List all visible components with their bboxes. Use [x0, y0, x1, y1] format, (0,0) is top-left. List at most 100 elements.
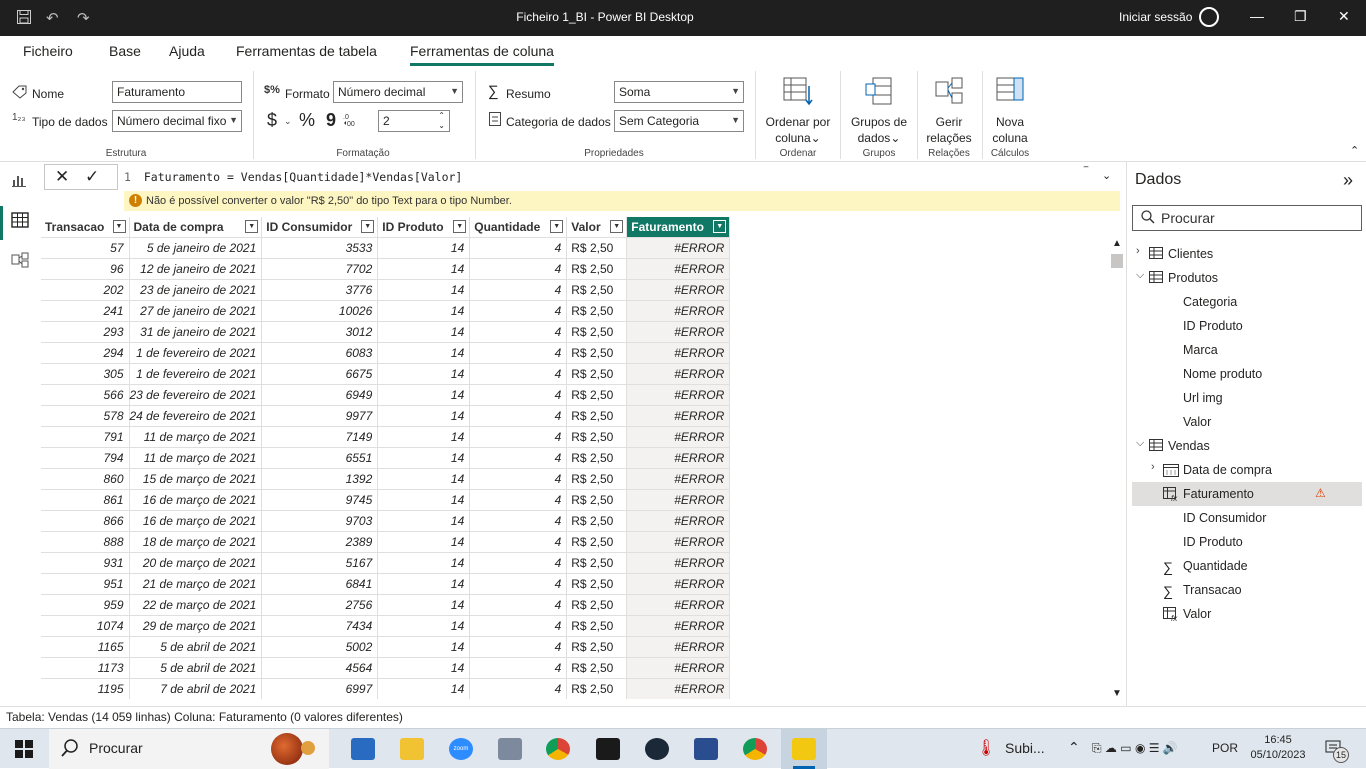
table-cell[interactable]: 4: [469, 614, 568, 636]
expand-formula-icon[interactable]: ⌄: [1102, 169, 1111, 182]
table-cell[interactable]: 5002: [261, 635, 379, 657]
table-node[interactable]: › Clientes: [1127, 242, 1366, 266]
table-view-icon[interactable]: [11, 212, 29, 233]
table-cell[interactable]: 57: [41, 236, 130, 258]
table-cell[interactable]: 7149: [261, 425, 379, 447]
table-cell[interactable]: 14: [377, 362, 471, 384]
table-cell[interactable]: 6997: [261, 677, 379, 699]
table-node[interactable]: ⌵ Vendas: [1127, 434, 1366, 458]
table-cell[interactable]: 4: [469, 572, 568, 594]
windows-start-icon[interactable]: [15, 740, 33, 761]
table-cell[interactable]: #ERROR: [626, 509, 731, 531]
table-cell[interactable]: #ERROR: [626, 299, 731, 321]
field-node[interactable]: ∑ Quantidade: [1127, 554, 1366, 578]
table-cell[interactable]: 951: [41, 572, 130, 594]
table-cell[interactable]: 794: [41, 446, 130, 468]
table-cell[interactable]: 6675: [261, 362, 379, 384]
table-row[interactable]: 1074 29 de março de 2021 7434 14 4 R$ 2,50 #ER…: [41, 614, 731, 636]
chrome-icon[interactable]: [546, 738, 570, 760]
table-cell[interactable]: R$ 2,50: [566, 341, 628, 363]
tab-column-tools[interactable]: Ferramentas de coluna: [410, 43, 554, 66]
table-cell[interactable]: 16 de março de 2021: [129, 509, 263, 531]
table-row[interactable]: 1195 7 de abril de 2021 6997 14 4 R$ 2,50 #ERR…: [41, 677, 731, 699]
table-row[interactable]: 1173 5 de abril de 2021 4564 14 4 R$ 2,50 #ERR…: [41, 656, 731, 678]
table-cell[interactable]: 20 de março de 2021: [129, 551, 263, 573]
table-cell[interactable]: 14: [377, 341, 471, 363]
table-cell[interactable]: 14: [377, 383, 471, 405]
table-cell[interactable]: 14: [377, 572, 471, 594]
chevron-down-icon[interactable]: ⌵: [1136, 269, 1144, 282]
column-header[interactable]: Transacao ▼: [41, 217, 130, 237]
filter-dropdown-icon[interactable]: ▼: [453, 220, 467, 233]
table-cell[interactable]: R$ 2,50: [566, 425, 628, 447]
table-cell[interactable]: R$ 2,50: [566, 530, 628, 552]
table-cell[interactable]: #ERROR: [626, 341, 731, 363]
table-cell[interactable]: 4: [469, 320, 568, 342]
table-cell[interactable]: 4: [469, 341, 568, 363]
app-icon[interactable]: [498, 738, 522, 760]
table-cell[interactable]: 14: [377, 593, 471, 615]
table-cell[interactable]: 14: [377, 236, 471, 258]
table-cell[interactable]: 23 de fevereiro de 2021: [129, 383, 263, 405]
table-row[interactable]: 578 24 de fevereiro de 2021 9977 14 4 R$ 2,50…: [41, 404, 731, 426]
table-cell[interactable]: 7702: [261, 257, 379, 279]
column-name-input[interactable]: Faturamento: [112, 81, 242, 103]
field-node[interactable]: Valor: [1127, 410, 1366, 434]
table-cell[interactable]: #ERROR: [626, 635, 731, 657]
table-cell[interactable]: 1392: [261, 467, 379, 489]
field-node[interactable]: Categoria: [1127, 290, 1366, 314]
table-cell[interactable]: 6083: [261, 341, 379, 363]
table-cell[interactable]: 14: [377, 509, 471, 531]
table-cell[interactable]: 14: [377, 425, 471, 447]
table-cell[interactable]: #ERROR: [626, 572, 731, 594]
table-row[interactable]: 861 16 de março de 2021 9745 14 4 R$ 2,50 #ERR…: [41, 488, 731, 510]
table-cell[interactable]: 4: [469, 446, 568, 468]
table-cell[interactable]: 14: [377, 446, 471, 468]
table-row[interactable]: 931 20 de março de 2021 5167 14 4 R$ 2,50 #ERR…: [41, 551, 731, 573]
table-cell[interactable]: 4: [469, 467, 568, 489]
table-cell[interactable]: 4: [469, 299, 568, 321]
scroll-down-icon[interactable]: ▼: [1112, 688, 1122, 699]
table-cell[interactable]: 2389: [261, 530, 379, 552]
data-groups-button[interactable]: Grupos de dados⌄: [845, 76, 913, 146]
table-cell[interactable]: #ERROR: [626, 236, 731, 258]
table-cell[interactable]: #ERROR: [626, 383, 731, 405]
table-cell[interactable]: 202: [41, 278, 130, 300]
table-row[interactable]: 96 12 de janeiro de 2021 7702 14 4 R$ 2,50 #ER…: [41, 257, 731, 279]
table-cell[interactable]: 3776: [261, 278, 379, 300]
table-cell[interactable]: R$ 2,50: [566, 677, 628, 699]
field-node[interactable]: fx Faturamento ⚠: [1132, 482, 1362, 506]
data-search-input[interactable]: Procurar: [1132, 205, 1362, 231]
filter-dropdown-icon[interactable]: ▼: [550, 220, 564, 233]
avatar[interactable]: [1199, 7, 1219, 27]
datatype-select[interactable]: Número decimal fixo ▼: [112, 110, 242, 132]
table-cell[interactable]: #ERROR: [626, 593, 731, 615]
table-cell[interactable]: 14: [377, 299, 471, 321]
table-cell[interactable]: 4: [469, 278, 568, 300]
table-cell[interactable]: #ERROR: [626, 362, 731, 384]
table-cell[interactable]: 1165: [41, 635, 130, 657]
table-cell[interactable]: R$ 2,50: [566, 404, 628, 426]
commit-formula-icon[interactable]: ✓: [85, 167, 99, 187]
column-header[interactable]: Quantidade ▼: [469, 217, 568, 237]
table-row[interactable]: 866 16 de março de 2021 9703 14 4 R$ 2,50 #ERR…: [41, 509, 731, 531]
table-row[interactable]: 294 1 de fevereiro de 2021 6083 14 4 R$ 2,50 #…: [41, 341, 731, 363]
table-cell[interactable]: 4: [469, 509, 568, 531]
summary-select[interactable]: Soma ▼: [614, 81, 744, 103]
report-view-icon[interactable]: [11, 172, 27, 193]
table-cell[interactable]: 4: [469, 530, 568, 552]
decimals-stepper[interactable]: 2 ⌃ ⌄: [378, 110, 450, 132]
table-cell[interactable]: 14: [377, 257, 471, 279]
table-cell[interactable]: R$ 2,50: [566, 635, 628, 657]
table-cell[interactable]: R$ 2,50: [566, 488, 628, 510]
chevron-down-icon[interactable]: ⌄: [284, 116, 292, 127]
table-cell[interactable]: 4: [469, 677, 568, 699]
filter-dropdown-icon[interactable]: ▼: [361, 220, 375, 233]
table-cell[interactable]: 11 de março de 2021: [129, 446, 263, 468]
table-cell[interactable]: #ERROR: [626, 446, 731, 468]
format-select[interactable]: Número decimal ▼: [333, 81, 463, 103]
collapse-pane-icon[interactable]: »: [1343, 170, 1353, 191]
table-cell[interactable]: #ERROR: [626, 467, 731, 489]
chrome-icon[interactable]: [743, 738, 767, 760]
filter-dropdown-icon[interactable]: ▼: [713, 220, 727, 233]
